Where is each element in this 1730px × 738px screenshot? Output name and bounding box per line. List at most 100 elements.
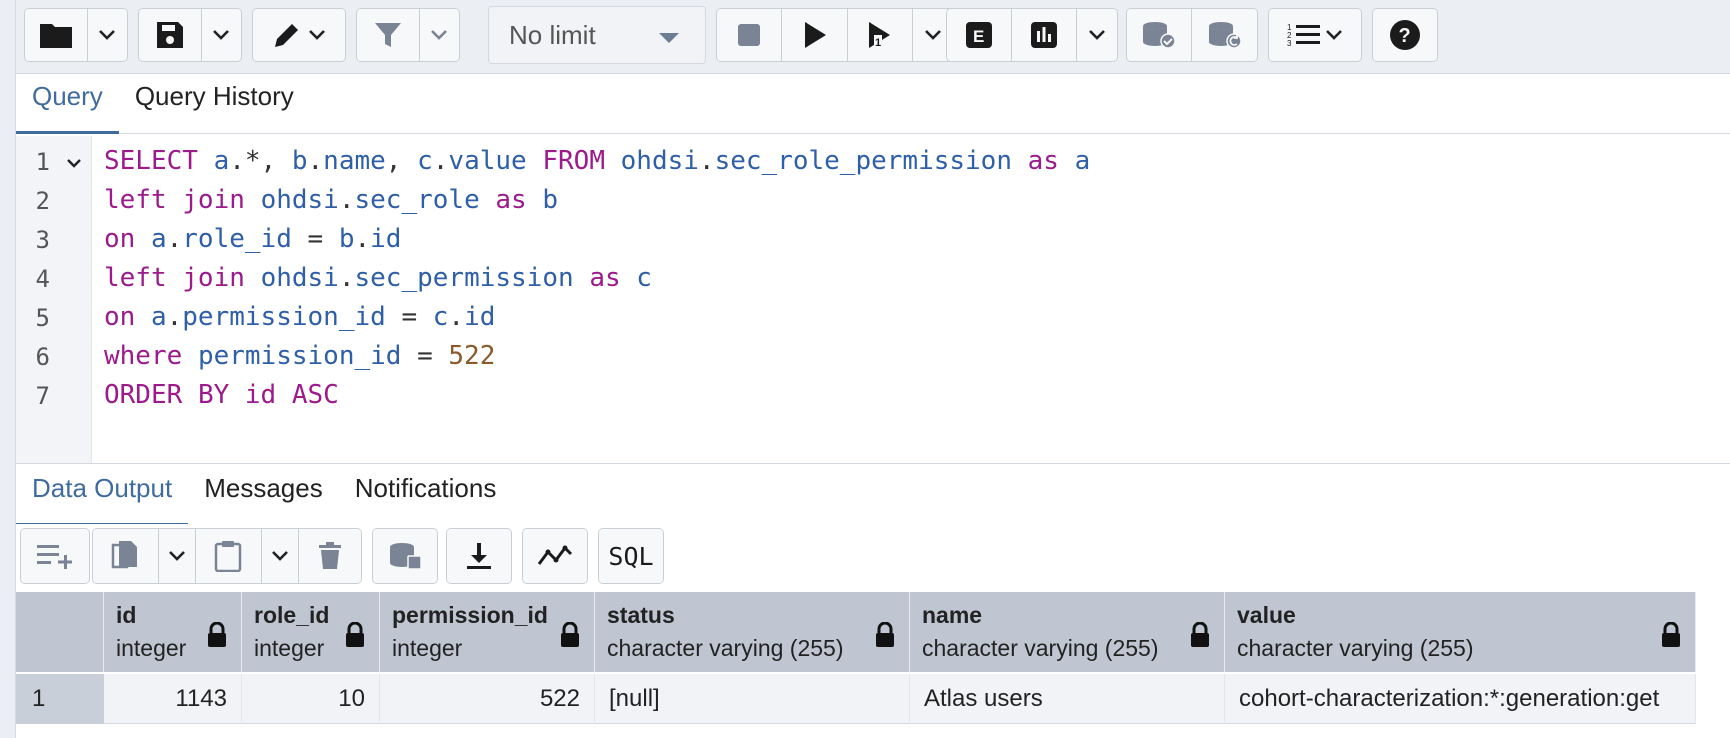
save-data-group [372, 528, 438, 584]
save-dropdown[interactable] [201, 9, 241, 61]
column-header-status[interactable]: status character varying (255) [595, 592, 910, 672]
open-file-button[interactable] [25, 9, 88, 61]
output-tabs: Data Output Messages Notifications [16, 466, 1730, 526]
caret-down-icon [659, 33, 679, 43]
copy-dropdown[interactable] [158, 529, 197, 583]
line-chart-icon [537, 545, 573, 565]
sql-line: on a.role_id = b.id [104, 224, 402, 254]
transaction-group [1126, 8, 1258, 62]
cell-status[interactable]: [null] [595, 674, 910, 724]
download-button[interactable] [447, 529, 511, 583]
open-file-dropdown[interactable] [87, 9, 127, 61]
query-toolbar: No limit 1 E 1 2 3 ? [16, 0, 1730, 74]
filter-dropdown[interactable] [419, 9, 459, 61]
chevron-down-icon [925, 30, 942, 40]
explain-dropdown[interactable] [1077, 9, 1117, 61]
stop-button[interactable] [717, 9, 783, 61]
paste-button[interactable] [196, 529, 262, 583]
copy-button[interactable] [93, 529, 159, 583]
clipboard-icon [215, 541, 242, 572]
lock-icon [1662, 622, 1680, 647]
sql-editor[interactable]: 1 2 3 4 5 6 7 SELECT a.*, b.name, c.valu… [16, 136, 1730, 464]
line-gutter: 1 2 3 4 5 6 7 [16, 136, 92, 463]
rollback-button[interactable] [1192, 9, 1257, 61]
tab-notifications[interactable]: Notifications [339, 466, 513, 525]
column-header-role-id[interactable]: role_id integer [242, 592, 380, 672]
explain-group: E [946, 8, 1118, 62]
pencil-icon [275, 24, 298, 47]
chevron-down-icon [272, 551, 289, 561]
lock-icon [876, 622, 894, 647]
macros-button[interactable]: 123 [1269, 9, 1361, 61]
help-button[interactable]: ? [1373, 9, 1437, 61]
save-data-button[interactable] [373, 529, 437, 583]
execute-script-button[interactable]: 1 [847, 9, 914, 61]
copy-paste-group [92, 528, 362, 584]
column-type: character varying (255) [607, 635, 844, 661]
cell-permission-id[interactable]: 522 [380, 674, 595, 724]
edit-button[interactable] [253, 9, 345, 61]
chevron-down-icon [1089, 30, 1106, 40]
column-header-name[interactable]: name character varying (255) [910, 592, 1225, 672]
save-icon [156, 22, 183, 48]
row-number[interactable]: 1 [16, 674, 104, 724]
database-save-icon [390, 543, 422, 570]
row-limit-value: No limit [509, 19, 596, 50]
lock-icon [346, 622, 364, 647]
cell-name[interactable]: Atlas users [910, 674, 1225, 724]
chevron-down-icon [213, 30, 230, 40]
column-type: character varying (255) [1237, 635, 1474, 661]
cell-role-id[interactable]: 10 [242, 674, 380, 724]
column-header-permission-id[interactable]: permission_id integer [380, 592, 595, 672]
explain-button[interactable]: E [947, 9, 1013, 61]
sql-line: left join ohdsi.sec_role as b [104, 185, 559, 215]
lock-icon [561, 622, 579, 647]
cell-id[interactable]: 1143 [104, 674, 242, 724]
play-icon [804, 22, 826, 48]
delete-row-button[interactable] [299, 529, 361, 583]
column-header-value[interactable]: value character varying (255) [1225, 592, 1696, 672]
table-row[interactable]: 1 1143 10 522 [null] Atlas users cohort-… [16, 674, 1696, 724]
column-name: status [607, 602, 675, 628]
fold-chevron-icon[interactable] [66, 158, 82, 168]
cell-value[interactable]: cohort-characterization:*:generation:get [1225, 674, 1696, 724]
paste-dropdown[interactable] [261, 529, 300, 583]
data-output-toolbar: SQL [16, 524, 1730, 588]
line-number: 1 [35, 148, 50, 176]
stop-icon [738, 24, 761, 46]
add-row-button[interactable] [21, 529, 89, 583]
svg-text:?: ? [1399, 25, 1411, 47]
line-number: 5 [35, 304, 50, 332]
column-header-id[interactable]: id integer [104, 592, 242, 672]
execute-button[interactable] [782, 9, 848, 61]
sql-line: where permission_id = 522 [104, 341, 496, 371]
sql-button[interactable]: SQL [599, 529, 663, 583]
add-row-icon [37, 545, 72, 569]
commit-button[interactable] [1127, 9, 1192, 61]
database-rollback-icon [1208, 22, 1242, 49]
tab-messages[interactable]: Messages [188, 466, 339, 525]
graph-visualiser-button[interactable] [523, 529, 587, 583]
sql-line: on a.permission_id = c.id [104, 302, 496, 332]
row-limit-select[interactable]: No limit [488, 6, 706, 64]
sql-group: SQL [598, 528, 664, 584]
chevron-down-icon [168, 551, 185, 561]
save-button[interactable] [139, 9, 202, 61]
tab-query-history[interactable]: Query History [119, 74, 310, 133]
edit-group [252, 8, 346, 62]
row-number-header[interactable] [16, 592, 104, 672]
sql-line: left join ohdsi.sec_permission as c [104, 263, 652, 293]
tab-data-output[interactable]: Data Output [16, 466, 189, 526]
chevron-down-icon [99, 30, 116, 40]
execution-group: 1 [716, 8, 954, 62]
trash-icon [319, 542, 342, 569]
explain-analyze-button[interactable] [1012, 9, 1078, 61]
grid-header-row: id integer role_id integer permission_id… [16, 592, 1696, 672]
add-row-group [20, 528, 90, 584]
sql-line: ORDER BY id ASC [104, 380, 339, 410]
filter-button[interactable] [357, 9, 420, 61]
bar-chart-icon [1031, 22, 1058, 48]
line-number: 6 [35, 343, 50, 371]
macros-group: 123 [1268, 8, 1362, 62]
tab-query[interactable]: Query [16, 74, 119, 134]
